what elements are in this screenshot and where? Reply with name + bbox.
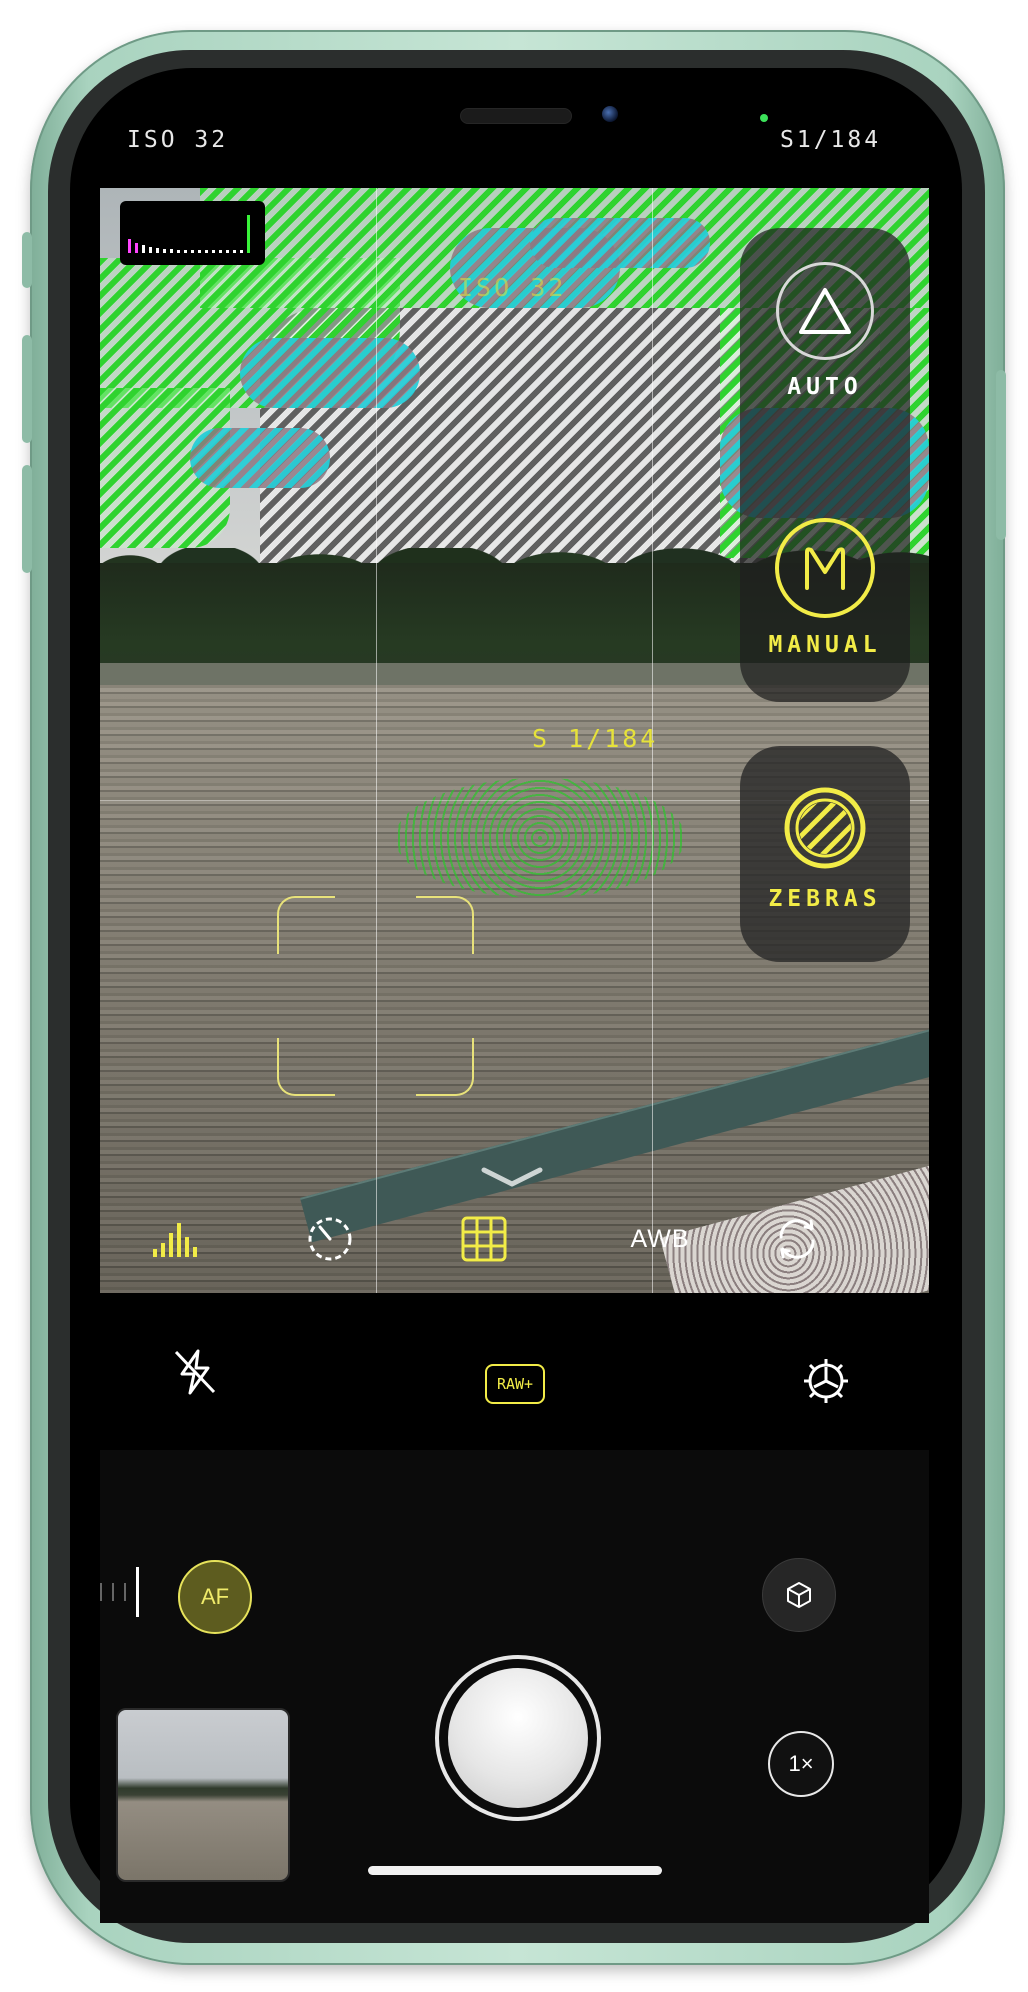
mode-auto-label: AUTO xyxy=(787,374,863,400)
histogram-icon[interactable] xyxy=(147,1209,207,1269)
histogram-widget[interactable] xyxy=(120,201,265,265)
zoom-button[interactable]: 1× xyxy=(768,1731,834,1797)
silent-switch xyxy=(22,232,32,288)
manual-m-icon xyxy=(775,518,875,618)
awb-label: AWB xyxy=(630,1224,690,1253)
volume-down-button xyxy=(22,465,32,573)
zebra-highlight-cyan-2 xyxy=(240,338,420,408)
shutter-button-inner xyxy=(448,1668,588,1808)
focus-reticle-br xyxy=(416,1038,474,1096)
awb-button[interactable]: AWB xyxy=(620,1209,700,1269)
zebra-highlight-cyan-3 xyxy=(190,428,330,488)
mode-zebras[interactable]: ZEBRAS xyxy=(740,782,910,912)
control-strip: RAW+ xyxy=(100,1293,929,1451)
focus-reticle-bl xyxy=(277,1038,335,1096)
mode-manual-label: MANUAL xyxy=(768,632,882,658)
flip-camera-icon[interactable] xyxy=(767,1209,827,1269)
settings-icon[interactable] xyxy=(800,1355,852,1411)
zebra-highlight-cyan-5 xyxy=(530,218,710,268)
shutter-panel: AF 1× xyxy=(100,1450,929,1923)
exposure-mode-panel: AUTO MANUAL xyxy=(740,228,910,702)
mode-zebras-label: ZEBRAS xyxy=(768,886,882,912)
iso-overlay: ISO 32 xyxy=(458,273,567,302)
camera-in-use-indicator xyxy=(760,114,768,122)
triangle-icon xyxy=(776,262,874,360)
zebra-speckle-water xyxy=(395,778,685,898)
focus-slider[interactable] xyxy=(100,1567,139,1617)
camera-viewfinder[interactable]: ISO 32 S 1/184 AUTO MANUAL ZEBRAS AWB xyxy=(100,188,929,1293)
mode-auto[interactable]: AUTO xyxy=(740,262,910,400)
home-indicator[interactable] xyxy=(368,1866,662,1875)
histogram-bars xyxy=(128,213,257,253)
earpiece-speaker xyxy=(460,108,572,124)
autofocus-button[interactable]: AF xyxy=(178,1560,252,1634)
grid-line-v1 xyxy=(376,188,377,1293)
timer-icon[interactable] xyxy=(300,1209,360,1269)
focus-reticle-tr xyxy=(416,896,474,954)
zebras-icon xyxy=(779,782,871,874)
shutter-overlay: S 1/184 xyxy=(532,724,659,753)
mode-manual[interactable]: MANUAL xyxy=(740,518,910,658)
shutter-readout: S1/184 xyxy=(780,127,882,153)
power-button xyxy=(996,370,1006,540)
flash-off-icon[interactable] xyxy=(172,1348,218,1400)
chevron-down-icon[interactable] xyxy=(480,1166,544,1192)
front-camera xyxy=(602,106,618,122)
volume-up-button xyxy=(22,335,32,443)
shutter-button[interactable] xyxy=(435,1655,601,1821)
cube-icon[interactable] xyxy=(762,1558,836,1632)
iso-readout: ISO 32 xyxy=(127,127,229,153)
grid-icon[interactable] xyxy=(454,1209,514,1269)
raw-button[interactable]: RAW+ xyxy=(485,1364,545,1404)
zebras-toggle-panel[interactable]: ZEBRAS xyxy=(740,746,910,962)
focus-reticle-tl xyxy=(277,896,335,954)
last-photo-thumbnail[interactable] xyxy=(116,1708,290,1882)
